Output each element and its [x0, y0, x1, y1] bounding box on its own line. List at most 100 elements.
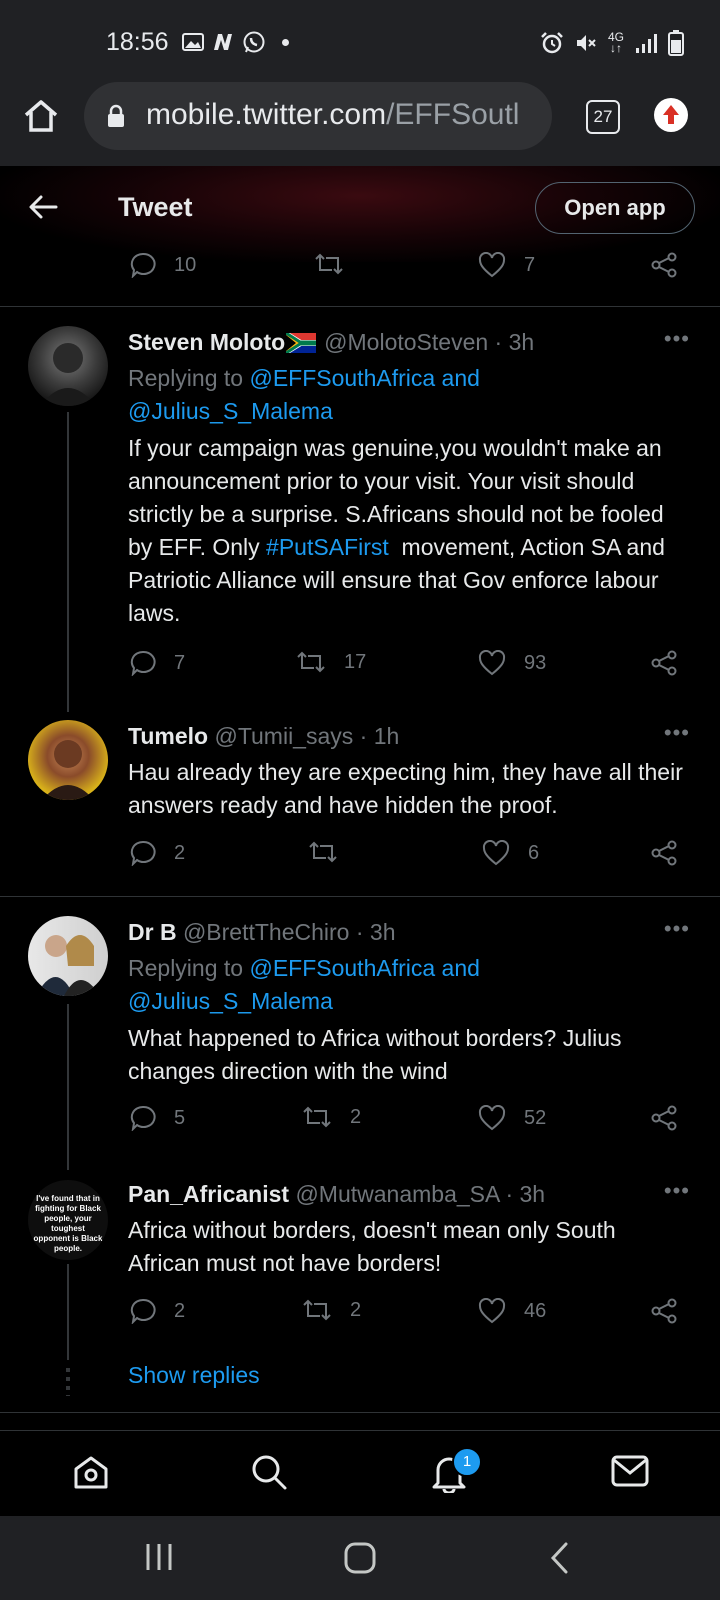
share-icon — [651, 650, 677, 676]
4g-icon: 4G ↓↑ — [607, 30, 624, 55]
tweet-text: What happened to Africa without borders?… — [128, 1025, 622, 1084]
tweet-header: Tweet Open app — [0, 166, 720, 262]
upload-button[interactable] — [654, 98, 688, 132]
notification-badge: 1 — [452, 1447, 482, 1477]
thread-line — [67, 412, 69, 712]
tweet-author[interactable]: Dr B @BrettTheChiro · 3h — [128, 919, 396, 946]
back-arrow-icon[interactable] — [28, 194, 58, 220]
retweet-action[interactable]: 2 — [302, 1105, 361, 1129]
heart-icon — [478, 650, 506, 676]
like-action[interactable]: 7 — [478, 252, 535, 278]
signal-icon — [636, 34, 657, 53]
replying-link[interactable]: @Julius_S_Malema — [128, 398, 333, 424]
heart-icon — [482, 840, 510, 866]
like-count: 6 — [528, 841, 540, 864]
reply-count: 5 — [174, 1106, 186, 1129]
south-africa-flag-icon — [285, 331, 318, 355]
hashtag-link[interactable]: #PutSAFirst — [266, 534, 389, 560]
search-icon[interactable] — [250, 1453, 288, 1491]
avatar[interactable]: I've found that in fighting for Black pe… — [28, 1180, 108, 1260]
more-options-icon[interactable]: ••• — [664, 720, 690, 746]
more-options-icon[interactable]: ••• — [664, 1178, 690, 1204]
show-replies-link[interactable]: Show replies — [128, 1362, 260, 1389]
tweet-actions: 2 6 — [130, 840, 690, 880]
tweet-actions: 5 2 52 — [130, 1105, 690, 1145]
heart-icon — [478, 1298, 506, 1324]
reply-action[interactable]: 7 — [130, 650, 185, 676]
reply-action[interactable]: 2 — [130, 840, 185, 866]
back-button-icon[interactable] — [548, 1542, 572, 1574]
replying-prefix: Replying to — [128, 955, 250, 981]
upload-arrow-icon — [663, 105, 679, 124]
tweet-text: Africa without borders, doesn't mean onl… — [128, 1217, 616, 1276]
share-icon — [651, 252, 677, 278]
reply-action[interactable]: 5 — [130, 1105, 185, 1131]
heart-icon — [478, 1105, 506, 1131]
tweet-author[interactable]: Tumelo @Tumii_says · 1h — [128, 723, 399, 750]
home-icon[interactable] — [72, 1453, 110, 1491]
author-name: Dr B — [128, 919, 177, 945]
share-action[interactable] — [650, 650, 678, 676]
tab-switcher-button[interactable]: 27 — [586, 100, 620, 134]
like-action[interactable]: 93 — [478, 650, 546, 676]
page-title: Tweet — [118, 192, 193, 222]
retweet-action[interactable]: 2 — [302, 1298, 361, 1322]
like-action[interactable]: 46 — [478, 1298, 546, 1324]
replying-link[interactable]: @EFFSouthAfrica and — [249, 955, 479, 981]
tweet-author[interactable]: Steven Moloto @MolotoSteven · 3h — [128, 329, 534, 356]
reply-icon — [130, 650, 156, 676]
gallery-icon — [182, 33, 204, 51]
retweet-action[interactable]: 17 — [296, 650, 366, 674]
url-display[interactable]: mobile.twitter.com/EFFSoutl — [146, 98, 542, 132]
replying-link[interactable]: @Julius_S_Malema — [128, 988, 333, 1014]
reply-icon — [130, 840, 156, 866]
tweet-author[interactable]: Pan_Africanist @Mutwanamba_SA · 3h — [128, 1181, 545, 1208]
url-host: mobile.twitter.com — [146, 98, 387, 131]
retweet-action[interactable] — [308, 840, 338, 864]
messages-icon[interactable] — [610, 1453, 650, 1489]
more-options-icon[interactable]: ••• — [664, 326, 690, 352]
retweet-icon — [297, 651, 325, 673]
like-count: 93 — [524, 651, 547, 674]
share-action[interactable] — [650, 1298, 678, 1324]
home-browser-icon[interactable] — [22, 98, 60, 134]
avatar-person-icon — [36, 935, 100, 996]
tweet-text: If your campaign was genuine,you wouldn'… — [128, 432, 688, 630]
whatsapp-icon — [243, 31, 265, 53]
author-handle: @Mutwanamba_SA · 3h — [295, 1181, 546, 1207]
thread-dots — [66, 1368, 70, 1396]
avatar[interactable] — [28, 326, 108, 406]
retweet-icon — [303, 1106, 331, 1128]
share-action[interactable] — [650, 1105, 678, 1131]
retweet-count: 17 — [344, 650, 367, 673]
open-app-button[interactable]: Open app — [535, 182, 695, 234]
avatar[interactable] — [28, 916, 108, 996]
avatar-quote-text: I've found that in fighting for Black pe… — [33, 1194, 103, 1253]
thread-line — [67, 1264, 69, 1360]
retweet-icon — [303, 1299, 331, 1321]
avatar[interactable] — [28, 720, 108, 800]
avatar-person-icon — [40, 343, 96, 406]
replying-prefix: Replying to — [128, 365, 250, 391]
replying-to: Replying to @EFFSouthAfrica and @Julius_… — [128, 362, 688, 428]
like-action[interactable]: 52 — [478, 1105, 546, 1131]
author-name: Pan_Africanist — [128, 1181, 290, 1207]
home-button-icon[interactable] — [343, 1542, 377, 1574]
retweet-count: 2 — [350, 1105, 362, 1128]
share-action[interactable] — [650, 252, 678, 278]
reply-action[interactable]: 2 — [130, 1298, 185, 1324]
like-count: 52 — [524, 1106, 547, 1129]
more-options-icon[interactable]: ••• — [664, 916, 690, 942]
recent-apps-icon[interactable] — [144, 1542, 174, 1572]
reply-count: 7 — [174, 651, 186, 674]
like-action[interactable]: 6 — [482, 840, 539, 866]
reply-action[interactable]: 10 — [130, 252, 196, 278]
share-action[interactable] — [650, 840, 678, 866]
author-name: Tumelo — [128, 723, 209, 749]
retweet-icon — [309, 841, 337, 863]
replying-link[interactable]: @EFFSouthAfrica and — [249, 365, 479, 391]
tweet-actions: 7 17 93 — [130, 650, 690, 690]
thread-line — [67, 1004, 69, 1170]
n-app-icon — [214, 34, 232, 50]
retweet-action[interactable] — [314, 252, 344, 276]
